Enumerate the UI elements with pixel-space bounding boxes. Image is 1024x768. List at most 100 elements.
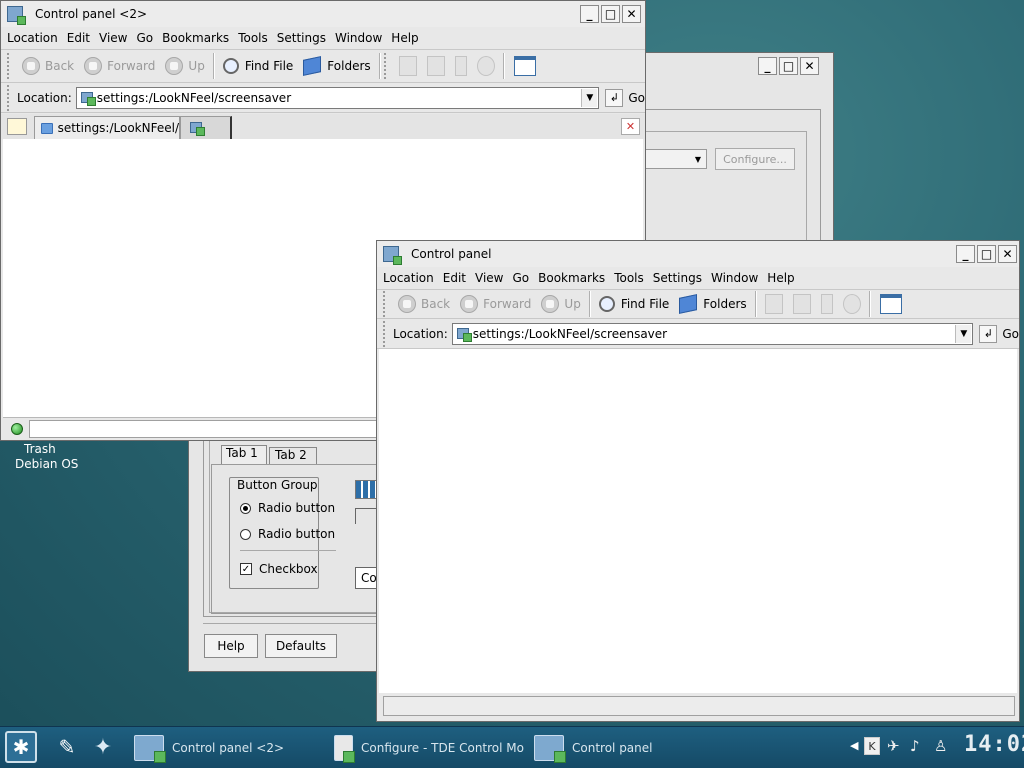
cut-icon[interactable] <box>398 56 417 76</box>
go-button[interactable]: ↲ Go <box>979 324 1019 343</box>
desktop-icon-debian-os[interactable]: Debian OS <box>15 457 78 471</box>
menu-location[interactable]: Location <box>7 31 58 45</box>
tray-expand-icon[interactable]: ◀ <box>850 739 858 752</box>
folders-button[interactable]: Folders <box>674 290 751 318</box>
tab-1[interactable]: Tab 1 <box>221 445 267 465</box>
clock[interactable]: 14:02 <box>964 732 1024 757</box>
menu-settings[interactable]: Settings <box>653 271 702 285</box>
tab-settings-looknfeel[interactable]: settings:/LookNFeel/ <box>34 116 180 139</box>
close-button[interactable]: ✕ <box>622 5 641 23</box>
folders-button[interactable]: Folders <box>298 52 375 80</box>
view-mode-icon[interactable] <box>879 294 902 314</box>
menu-go[interactable]: Go <box>137 31 154 45</box>
toolbar-grip[interactable] <box>383 53 390 79</box>
title-bar[interactable]: Control panel <box>377 241 1019 267</box>
file-view[interactable] <box>379 349 1017 693</box>
maximize-button[interactable]: □ <box>601 5 620 23</box>
magnifier-icon <box>222 58 239 74</box>
chevron-down-icon[interactable]: ▼ <box>581 88 598 107</box>
control-panel-icon <box>383 246 402 265</box>
location-combo[interactable]: settings:/LookNFeel/screensaver ▼ <box>75 86 600 109</box>
task-control-panel[interactable]: Control panel <box>534 731 724 765</box>
up-arrow-icon <box>165 57 184 75</box>
menu-view[interactable]: View <box>99 31 127 45</box>
trash-icon[interactable] <box>820 294 833 314</box>
toolbar-grip[interactable] <box>383 291 389 317</box>
task-configure-tde[interactable]: Configure - TDE Control Mo <box>334 731 524 765</box>
menu-bookmarks[interactable]: Bookmarks <box>538 271 605 285</box>
quick-launch-browser-icon[interactable]: ✦ <box>88 733 118 761</box>
keyboard-layout-icon[interactable]: K <box>864 737 880 755</box>
task-control-panel-2[interactable]: Control panel <2> <box>134 731 324 765</box>
combo-box-partial[interactable]: Co <box>355 567 377 589</box>
minimize-button[interactable]: _ <box>580 5 599 23</box>
menu-help[interactable]: Help <box>391 31 418 45</box>
location-combo[interactable]: settings:/LookNFeel/screensaver ▼ <box>451 322 974 345</box>
paste-icon[interactable] <box>426 56 445 76</box>
minimize-button[interactable]: _ <box>758 57 777 75</box>
quick-launch-editor-icon[interactable]: ✎ <box>52 733 82 761</box>
menu-window[interactable]: Window <box>711 271 758 285</box>
menu-bookmarks[interactable]: Bookmarks <box>162 31 229 45</box>
close-button[interactable]: ✕ <box>800 57 819 75</box>
find-file-button[interactable]: Find File <box>594 290 674 318</box>
menu-view[interactable]: View <box>475 271 503 285</box>
menu-edit[interactable]: Edit <box>67 31 90 45</box>
window-title: Control panel <2> <box>35 7 148 21</box>
forward-button[interactable]: Forward <box>455 290 536 318</box>
forward-arrow-icon <box>84 57 103 75</box>
menu-window[interactable]: Window <box>335 31 382 45</box>
go-button[interactable]: ↲ Go <box>605 88 645 107</box>
close-tab-icon[interactable]: ✕ <box>621 118 640 135</box>
minimize-button[interactable]: _ <box>956 245 975 263</box>
volume-icon[interactable]: ♪ <box>910 737 920 755</box>
help-button[interactable]: Help <box>204 634 258 658</box>
defaults-button[interactable]: Defaults <box>265 634 337 658</box>
radio-button-1[interactable]: Radio button <box>240 501 335 515</box>
checkbox[interactable]: ✓ Checkbox <box>240 562 318 576</box>
trash-icon[interactable] <box>454 56 467 76</box>
user-icon[interactable]: ♙ <box>934 737 947 755</box>
status-bar <box>383 696 1015 716</box>
toolbar-grip[interactable] <box>7 84 13 111</box>
tab-2[interactable]: Tab 2 <box>269 447 317 465</box>
close-button[interactable]: ✕ <box>998 245 1017 263</box>
maximize-button[interactable]: □ <box>779 57 798 75</box>
menu-go[interactable]: Go <box>513 271 530 285</box>
toolbar-grip[interactable] <box>7 53 13 79</box>
folders-icon <box>303 56 322 76</box>
screensaver-combo[interactable]: ▼ <box>645 149 707 169</box>
up-button[interactable]: Up <box>536 290 585 318</box>
menu-edit[interactable]: Edit <box>443 271 466 285</box>
desktop-icon-trash[interactable]: Trash <box>24 442 56 456</box>
tab-control-panel[interactable] <box>180 116 232 139</box>
up-button[interactable]: Up <box>160 52 209 80</box>
forward-button[interactable]: Forward <box>79 52 160 80</box>
back-button[interactable]: Back <box>17 52 79 80</box>
menu-help[interactable]: Help <box>767 271 794 285</box>
cut-icon[interactable] <box>764 294 783 314</box>
slider[interactable] <box>355 508 377 524</box>
menu-settings[interactable]: Settings <box>277 31 326 45</box>
back-button[interactable]: Back <box>393 290 455 318</box>
network-icon[interactable]: ✈ <box>887 737 900 755</box>
new-tab-icon[interactable] <box>7 118 27 135</box>
toolbar-separator <box>868 291 871 317</box>
title-bar[interactable]: Control panel <2> <box>1 1 645 27</box>
chevron-down-icon[interactable]: ▼ <box>955 324 972 343</box>
undo-icon[interactable] <box>842 294 861 314</box>
radio-button-2[interactable]: Radio button <box>240 527 335 541</box>
control-panel-window: Control panel _ □ ✕ Location Edit View G… <box>376 240 1020 722</box>
maximize-button[interactable]: □ <box>977 245 996 263</box>
menu-tools[interactable]: Tools <box>238 31 268 45</box>
find-file-button[interactable]: Find File <box>218 52 298 80</box>
configure-button[interactable]: Configure... <box>715 148 795 170</box>
view-mode-icon[interactable] <box>513 56 536 76</box>
menu-tools[interactable]: Tools <box>614 271 644 285</box>
menu-location[interactable]: Location <box>383 271 434 285</box>
toolbar-grip[interactable] <box>383 320 389 347</box>
up-arrow-icon <box>541 295 560 313</box>
paste-icon[interactable] <box>792 294 811 314</box>
start-menu-button[interactable]: ✱ <box>5 731 37 763</box>
undo-icon[interactable] <box>476 56 495 76</box>
